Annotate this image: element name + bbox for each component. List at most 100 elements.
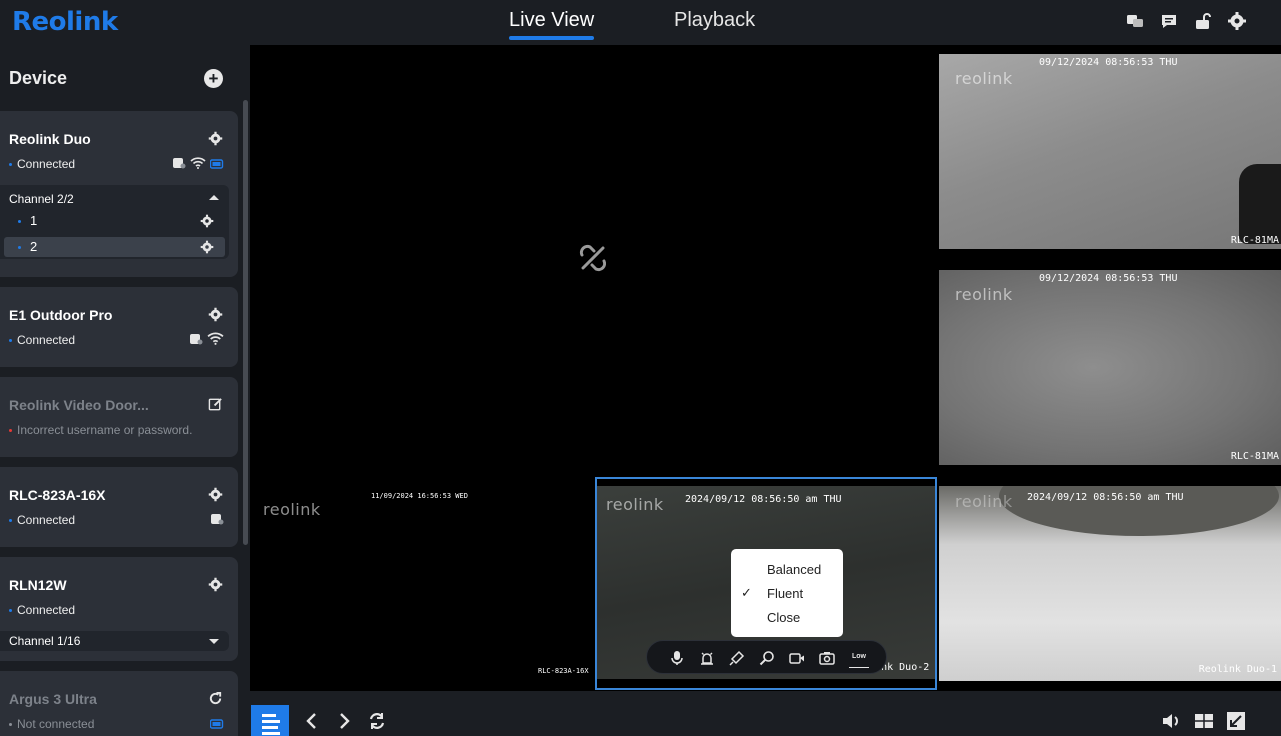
status-text: Connected bbox=[17, 333, 76, 347]
device-status: Incorrect username or password. bbox=[9, 423, 192, 437]
add-device-button[interactable]: + bbox=[204, 69, 223, 88]
video-tile-reolink-duo-1[interactable]: reolink 2024/09/12 08:56:50 am THU Reoli… bbox=[939, 486, 1281, 681]
device-card-argus-3-ultra[interactable]: Argus 3 Ultra Not connected bbox=[0, 671, 238, 736]
edit-device-icon[interactable] bbox=[208, 397, 223, 412]
device-card-reolink-video-doorbell[interactable]: Reolink Video Door... Incorrect username… bbox=[0, 377, 238, 457]
device-settings-gear-icon[interactable] bbox=[208, 131, 223, 146]
channel-list-collapsed[interactable]: Channel 1/16 bbox=[0, 631, 229, 651]
snapshot-camera-icon[interactable] bbox=[819, 650, 835, 666]
battery-icon bbox=[209, 716, 224, 734]
message-icon[interactable] bbox=[1159, 11, 1179, 31]
device-name: Reolink Duo bbox=[9, 131, 91, 147]
reolink-logo: Reolink bbox=[12, 7, 118, 37]
status-dot bbox=[9, 519, 12, 523]
stream-quality-menu: Balanced ✓ Fluent Close bbox=[731, 549, 843, 637]
quality-option-balanced[interactable]: Balanced bbox=[767, 562, 821, 577]
feed-watermark: reolink bbox=[606, 495, 664, 514]
storage-card-icon bbox=[173, 156, 186, 174]
gear-icon[interactable] bbox=[1227, 11, 1247, 31]
prev-icon[interactable] bbox=[301, 710, 323, 732]
status-dot bbox=[9, 429, 12, 433]
channel-list: Channel 2/2 1 2 bbox=[0, 185, 229, 259]
layout-list-button[interactable] bbox=[251, 705, 289, 736]
grid-icon[interactable] bbox=[1193, 710, 1215, 732]
tab-live-view[interactable]: Live View bbox=[509, 9, 594, 32]
device-sidebar: Device + Reolink Duo Connected Channel 2… bbox=[0, 45, 250, 736]
channel-label: 2 bbox=[30, 239, 38, 254]
next-icon[interactable] bbox=[333, 710, 355, 732]
device-name: E1 Outdoor Pro bbox=[9, 307, 113, 323]
feed-timestamp: 09/12/2024 08:56:53 THU bbox=[1039, 57, 1178, 68]
active-tab-indicator bbox=[509, 36, 594, 40]
video-tile-rlc-823a-16x[interactable]: reolink 11/09/2024 16:56:53 WED RLC-823A… bbox=[250, 477, 594, 681]
channel-settings-gear-icon[interactable] bbox=[200, 240, 214, 254]
device-card-rlc-823a-16x[interactable]: RLC-823A-16X Connected bbox=[0, 467, 238, 547]
channel-dot bbox=[18, 220, 21, 223]
device-status: Connected bbox=[9, 513, 75, 527]
feed-watermark: reolink bbox=[955, 492, 1013, 511]
device-card-reolink-duo[interactable]: Reolink Duo Connected Channel 2/2 1 2 bbox=[0, 111, 238, 277]
channel-dot bbox=[18, 246, 21, 249]
battery-icon bbox=[209, 156, 224, 174]
device-card-e1-outdoor-pro[interactable]: E1 Outdoor Pro Connected bbox=[0, 287, 238, 367]
volume-icon[interactable] bbox=[1160, 710, 1182, 732]
device-settings-gear-icon[interactable] bbox=[208, 307, 223, 322]
device-status-icons bbox=[190, 332, 224, 350]
collapse-chevron-icon[interactable] bbox=[209, 195, 219, 200]
top-bar: Reolink Live View Playback bbox=[0, 0, 1281, 44]
storage-card-icon bbox=[211, 512, 224, 530]
channel-item-2[interactable]: 2 bbox=[4, 237, 225, 257]
siren-icon[interactable] bbox=[699, 650, 715, 666]
feed-watermark: reolink bbox=[955, 285, 1013, 304]
tab-playback[interactable]: Playback bbox=[674, 9, 755, 32]
device-settings-gear-icon[interactable] bbox=[208, 487, 223, 502]
quality-option-fluent[interactable]: Fluent bbox=[767, 586, 803, 601]
device-card-rln12w[interactable]: RLN12W Connected Channel 1/16 bbox=[0, 557, 238, 661]
channel-item-1[interactable]: 1 bbox=[4, 211, 225, 231]
device-status: Connected bbox=[9, 603, 75, 617]
device-status: Connected bbox=[9, 157, 75, 171]
device-name: Reolink Video Door... bbox=[9, 397, 149, 413]
status-text: Not connected bbox=[17, 717, 95, 731]
device-status: Connected bbox=[9, 333, 75, 347]
feed-watermark: reolink bbox=[263, 500, 321, 519]
feed-timestamp: 2024/09/12 08:56:50 am THU bbox=[685, 494, 842, 505]
video-tile-rlc-81ma-2[interactable]: reolink 09/12/2024 08:56:53 THU RLC-81MA bbox=[939, 270, 1281, 465]
quality-option-close[interactable]: Close bbox=[767, 610, 800, 625]
camera-object bbox=[1239, 164, 1281, 244]
device-name: RLC-823A-16X bbox=[9, 487, 106, 503]
chat-translate-icon[interactable] bbox=[1125, 11, 1145, 31]
fullscreen-icon[interactable] bbox=[1225, 710, 1247, 732]
channel-header[interactable]: Channel 2/2 bbox=[9, 192, 74, 206]
microphone-icon[interactable] bbox=[669, 650, 685, 666]
zoom-icon[interactable] bbox=[759, 650, 775, 666]
device-status: Not connected bbox=[9, 717, 94, 731]
quality-toggle-button[interactable]: Low bbox=[849, 652, 869, 668]
device-status-icons bbox=[211, 512, 224, 530]
device-status-icons bbox=[173, 156, 224, 174]
feed-camera-name: RLC-81MA bbox=[1230, 235, 1279, 246]
feed-watermark: reolink bbox=[955, 69, 1013, 88]
device-name: Argus 3 Ultra bbox=[9, 691, 97, 707]
unlock-icon[interactable] bbox=[1193, 11, 1213, 31]
wifi-icon bbox=[190, 156, 206, 174]
status-text: Incorrect username or password. bbox=[17, 423, 193, 437]
channel-label: 1 bbox=[30, 213, 38, 228]
reconnect-icon[interactable] bbox=[208, 691, 223, 706]
channel-settings-gear-icon[interactable] bbox=[200, 214, 214, 228]
status-dot bbox=[9, 609, 12, 613]
video-tile-disconnected[interactable] bbox=[250, 45, 936, 477]
status-text: Connected bbox=[17, 513, 76, 527]
channel-header[interactable]: Channel 1/16 bbox=[9, 634, 80, 648]
record-icon[interactable] bbox=[789, 650, 805, 666]
feed-timestamp: 09/12/2024 08:56:53 THU bbox=[1039, 273, 1178, 284]
feed-timestamp: 11/09/2024 16:56:53 WED bbox=[371, 492, 468, 500]
light-icon[interactable] bbox=[729, 650, 745, 666]
status-dot bbox=[9, 723, 12, 727]
video-tile-rlc-81ma-1[interactable]: reolink 09/12/2024 08:56:53 THU RLC-81MA bbox=[939, 54, 1281, 249]
sidebar-scrollbar[interactable] bbox=[243, 100, 248, 545]
expand-chevron-icon[interactable] bbox=[209, 639, 219, 644]
refresh-icon[interactable] bbox=[366, 710, 388, 732]
feed-control-bar: Low bbox=[646, 640, 887, 674]
device-settings-gear-icon[interactable] bbox=[208, 577, 223, 592]
